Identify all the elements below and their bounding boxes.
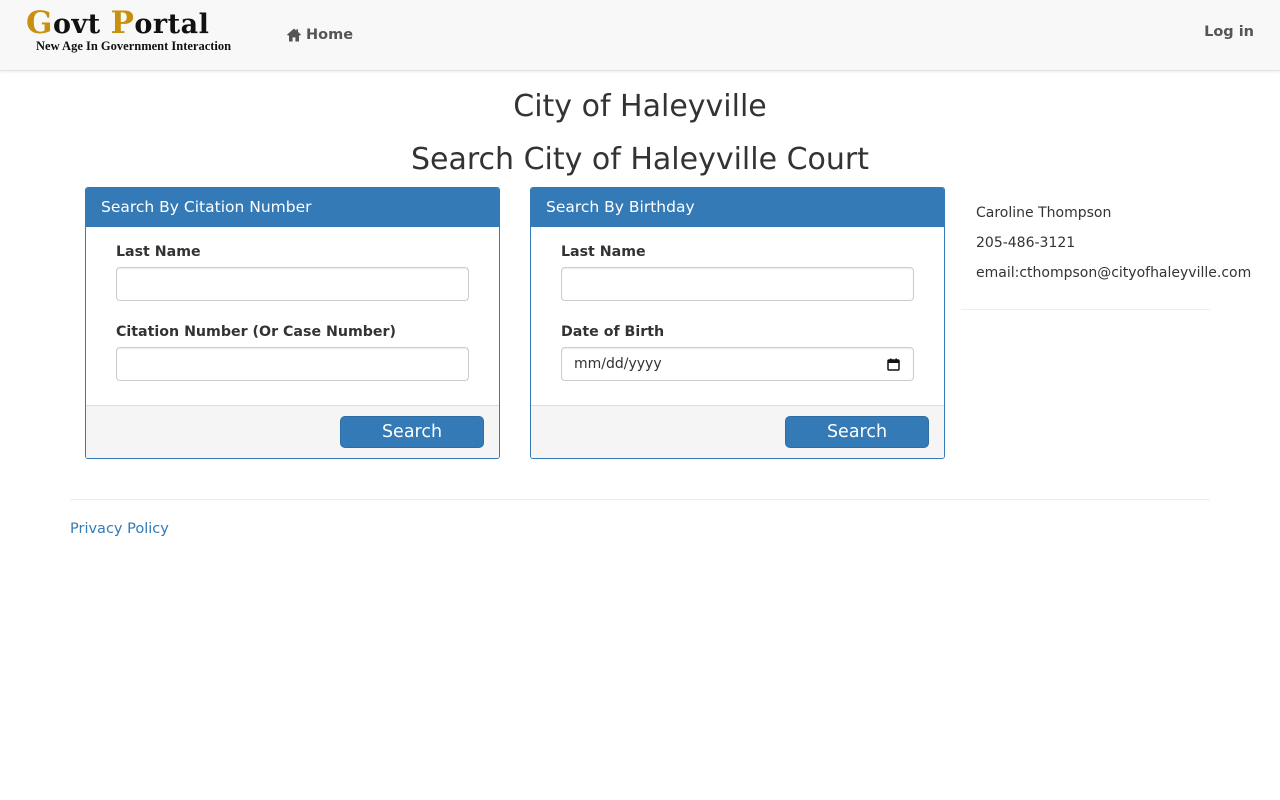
citation-number-label: Citation Number (Or Case Number) [116, 324, 397, 340]
citation-number-group: Citation Number (Or Case Number) [116, 324, 469, 381]
brand-title-letter-p: P [110, 5, 135, 41]
brand-title: Govt Portal [26, 7, 231, 41]
citation-panel-body: Last Name Citation Number (Or Case Numbe… [86, 227, 499, 405]
citation-panel-footer: Search [86, 405, 499, 458]
nav-home-label: Home [306, 27, 354, 43]
citation-search-panel: Search By Citation Number Last Name Cita… [85, 187, 500, 459]
dob-label: Date of Birth [561, 324, 665, 340]
home-icon [286, 27, 302, 43]
footer-divider [70, 499, 1210, 500]
birthday-last-name-group: Last Name [561, 244, 914, 301]
brand-title-letter-g: G [26, 5, 53, 41]
brand-tagline: New Age In Government Interaction [36, 39, 232, 53]
citation-last-name-input[interactable] [116, 267, 469, 301]
brand-title-part-2: ortal [134, 9, 210, 40]
brand-logo[interactable]: Govt Portal New Age In Government Intera… [26, 7, 231, 54]
birthday-last-name-input[interactable] [561, 267, 914, 301]
contact-divider [961, 309, 1210, 310]
page-title: City of Haleyville [513, 89, 767, 124]
dob-placeholder: mm/dd/yyyy [574, 356, 662, 372]
birthday-panel-body: Last Name Date of Birth mm/dd/yyyy [531, 227, 944, 405]
birthday-search-button[interactable]: Search [785, 416, 929, 448]
privacy-policy-link[interactable]: Privacy Policy [70, 521, 169, 537]
birthday-last-name-label: Last Name [561, 244, 646, 260]
court-contact: Caroline Thompson 205-486-3121 email:cth… [976, 204, 1251, 294]
dob-group: Date of Birth mm/dd/yyyy [561, 324, 914, 381]
citation-last-name-group: Last Name [116, 244, 469, 301]
login-link[interactable]: Log in [1204, 24, 1254, 40]
citation-panel-heading: Search By Citation Number [86, 188, 499, 227]
navbar: Govt Portal New Age In Government Intera… [0, 0, 1280, 71]
contact-email: email:cthompson@cityofhaleyville.com [976, 265, 1252, 281]
contact-phone: 205-486-3121 [976, 235, 1076, 251]
birthday-search-panel: Search By Birthday Last Name Date of Bir… [530, 187, 945, 459]
birthday-panel-heading: Search By Birthday [531, 188, 944, 227]
brand-title-part-1: ovt [52, 9, 111, 40]
citation-last-name-label: Last Name [116, 244, 201, 260]
calendar-icon[interactable] [887, 358, 900, 371]
birthday-panel-footer: Search [531, 405, 944, 458]
nav-home-link[interactable]: Home [286, 24, 353, 46]
page-subtitle: Search City of Haleyville Court [410, 142, 870, 177]
dob-input[interactable]: mm/dd/yyyy [561, 347, 914, 381]
citation-search-button[interactable]: Search [340, 416, 484, 448]
contact-name: Caroline Thompson [976, 205, 1112, 221]
citation-number-input[interactable] [116, 347, 469, 381]
